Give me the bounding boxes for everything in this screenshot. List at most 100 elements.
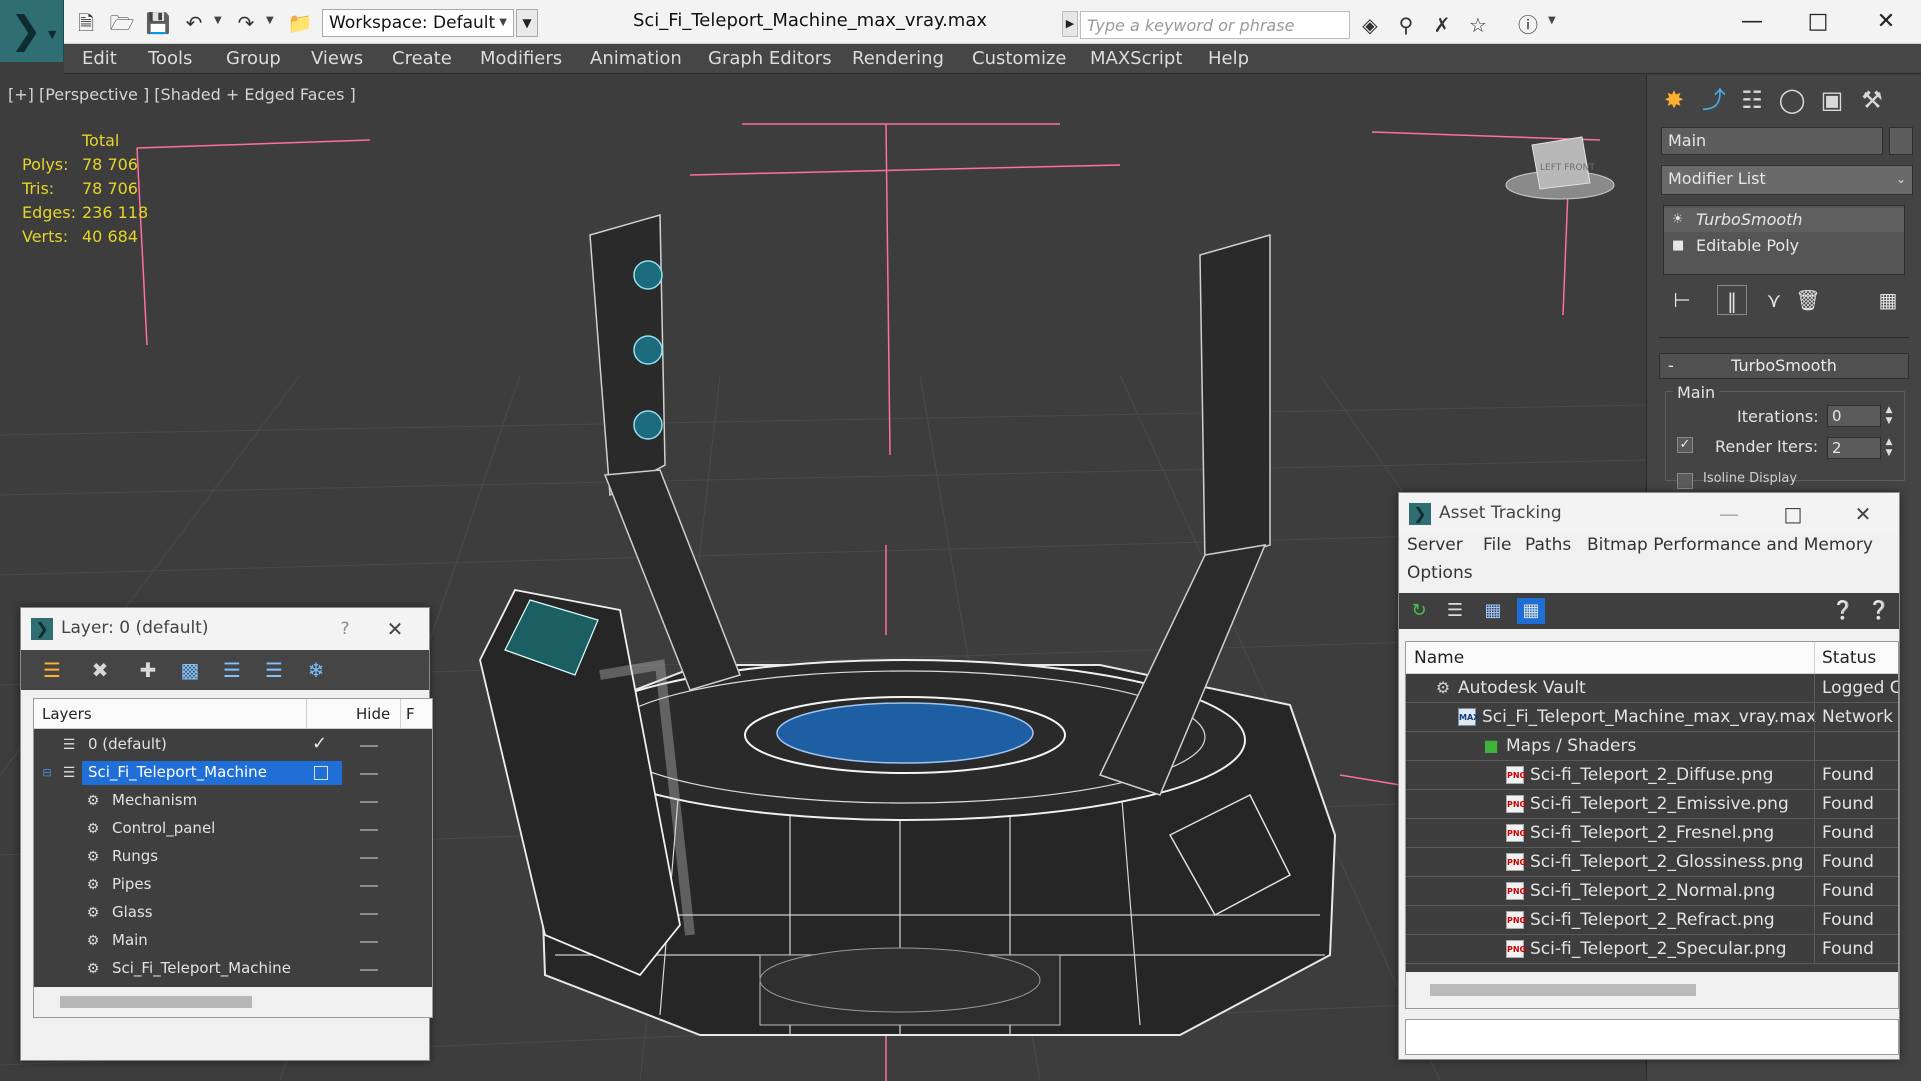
render-iters-spinner[interactable]: 2 — [1827, 437, 1881, 459]
hide-all-layers-icon[interactable]: ☰ — [259, 656, 289, 684]
hierarchy-tab-icon[interactable]: ☷ — [1735, 83, 1769, 117]
help-icon[interactable]: ⓘ — [1514, 12, 1542, 38]
layer-row[interactable]: ⚙ Control_panel — [34, 815, 432, 843]
menu-animation[interactable]: Animation — [590, 48, 682, 69]
scrollbar-thumb[interactable] — [60, 996, 252, 1008]
lightbulb-icon[interactable]: ☀ — [1672, 208, 1684, 232]
list-view-icon[interactable]: ☰ — [1441, 598, 1469, 624]
workspace-menu-button[interactable]: ▼ — [516, 9, 538, 37]
render-iters-spinner-arrows[interactable]: ▲ ▼ — [1883, 437, 1895, 459]
motion-tab-icon[interactable]: ◯ — [1775, 83, 1809, 117]
thumbnail-view-icon[interactable]: ▦ — [1479, 598, 1507, 624]
asset-row[interactable]: MAX Sci_Fi_Teleport_Machine_max_vray.max… — [1406, 703, 1898, 732]
asset-row[interactable]: PNG Sci-fi_Teleport_2_Emissive.png Found — [1406, 790, 1898, 819]
menu-customize[interactable]: Customize — [972, 48, 1066, 69]
menu-maxscript[interactable]: MAXScript — [1090, 48, 1182, 69]
asset-path-field[interactable] — [1405, 1019, 1899, 1055]
minimize-icon[interactable]: — — [1722, 5, 1782, 39]
column-header-name[interactable]: Name — [1414, 648, 1464, 668]
undo-icon[interactable]: ↶ — [180, 10, 208, 36]
show-end-result-icon[interactable]: ‖ — [1717, 285, 1747, 315]
asset-row[interactable]: PNG Sci-fi_Teleport_2_Glossiness.png Fou… — [1406, 848, 1898, 877]
maximize-icon[interactable]: □ — [1788, 5, 1848, 39]
layer-row[interactable]: ⚙ Sci_Fi_Teleport_Machine — [34, 955, 432, 983]
column-header-layers[interactable]: Layers — [42, 705, 92, 723]
asset-menu-bitmap-performance[interactable]: Bitmap Performance and Memory — [1587, 535, 1873, 555]
menu-tools[interactable]: Tools — [148, 48, 192, 69]
asset-menu-file[interactable]: File — [1483, 535, 1511, 555]
search-expand-button[interactable]: ▶ — [1062, 11, 1078, 37]
workspace-select[interactable]: Workspace: Default ▼ — [322, 9, 514, 37]
viewport-label[interactable]: [+] [Perspective ] [Shaded + Edged Faces… — [8, 85, 356, 104]
freeze-all-layers-icon[interactable]: ❄ — [301, 656, 331, 684]
asset-row[interactable]: ■ Maps / Shaders — [1406, 732, 1898, 761]
menu-help[interactable]: Help — [1208, 48, 1249, 69]
menu-edit[interactable]: Edit — [82, 48, 117, 69]
asset-row[interactable]: PNG Sci-fi_Teleport_2_Diffuse.png Found — [1406, 761, 1898, 790]
hide-toggle[interactable] — [360, 857, 378, 859]
iterations-spinner-arrows[interactable]: ▲ ▼ — [1883, 405, 1895, 427]
make-unique-icon[interactable]: ⋎ — [1759, 285, 1789, 315]
help-icon[interactable]: ❔ — [1829, 598, 1857, 624]
layer-window-titlebar[interactable]: ❯ Layer: 0 (default) ? ✕ — [21, 608, 429, 650]
asset-menu-paths[interactable]: Paths — [1525, 535, 1571, 555]
layer-row[interactable]: ⊟ ☰ Sci_Fi_Teleport_Machine — [34, 759, 432, 787]
menu-rendering[interactable]: Rendering — [852, 48, 944, 69]
configure-modifier-sets-icon[interactable]: ▦ — [1873, 285, 1903, 315]
utilities-tab-icon[interactable]: ⚒ — [1855, 83, 1889, 117]
layer-row[interactable]: ⚙ Glass — [34, 899, 432, 927]
star-icon[interactable]: ☆ — [1464, 12, 1492, 38]
layer-row[interactable]: ⚙ Pipes — [34, 871, 432, 899]
expand-icon[interactable]: ■ — [1672, 234, 1684, 258]
help-dropdown-icon[interactable]: ▼ — [1548, 15, 1556, 26]
isoline-display-checkbox[interactable] — [1677, 473, 1693, 489]
app-menu-button[interactable]: ❯ ▼ — [0, 0, 64, 62]
object-color-swatch[interactable] — [1889, 127, 1913, 155]
create-tab-icon[interactable]: ✸ — [1657, 83, 1691, 117]
asset-row[interactable]: PNG Sci-fi_Teleport_2_Fresnel.png Found — [1406, 819, 1898, 848]
search-input[interactable] — [1080, 11, 1350, 39]
current-layer-check-icon[interactable]: ✓ — [312, 733, 327, 754]
add-to-layer-icon[interactable]: ✚ — [133, 656, 163, 684]
menu-create[interactable]: Create — [392, 48, 452, 69]
close-icon[interactable]: ✕ — [1845, 499, 1881, 529]
hide-toggle[interactable] — [360, 913, 378, 915]
asset-row[interactable]: PNG Sci-fi_Teleport_2_Refract.png Found — [1406, 906, 1898, 935]
render-iters-checkbox[interactable]: ✓ — [1677, 437, 1693, 453]
save-icon[interactable]: 💾 — [144, 10, 172, 36]
stack-item-turbosmooth[interactable]: ☀ TurboSmooth — [1664, 208, 1904, 232]
binoculars-icon[interactable]: ◈ — [1356, 12, 1384, 38]
hide-toggle[interactable] — [360, 941, 378, 943]
asset-menu-server[interactable]: Server — [1407, 535, 1463, 555]
iterations-spinner[interactable]: 0 — [1827, 405, 1881, 427]
layer-row[interactable]: ⚙ Main — [34, 927, 432, 955]
asset-window-titlebar[interactable]: ❯ Asset Tracking — □ ✕ — [1399, 493, 1899, 535]
hide-toggle[interactable] — [360, 885, 378, 887]
asset-row[interactable]: ⚙ Autodesk Vault Logged C — [1406, 674, 1898, 703]
horizontal-scrollbar[interactable] — [34, 987, 432, 1017]
context-help-icon[interactable]: ❔ — [1865, 598, 1893, 624]
layer-row[interactable]: ⚙ Rungs — [34, 843, 432, 871]
maximize-icon[interactable]: □ — [1775, 499, 1811, 529]
help-button[interactable]: ? — [327, 614, 363, 644]
project-folder-icon[interactable]: 📁 — [286, 10, 314, 36]
refresh-icon[interactable]: ↻ — [1405, 598, 1433, 624]
new-file-icon[interactable]: 🗎 — [72, 10, 100, 36]
account-icon[interactable]: ✗ — [1428, 12, 1456, 38]
menu-group[interactable]: Group — [226, 48, 281, 69]
asset-row[interactable]: PNG Sci-fi_Teleport_2_Specular.png Found — [1406, 935, 1898, 964]
menu-graph-editors[interactable]: Graph Editors — [708, 48, 832, 69]
column-header-freeze[interactable]: F — [406, 705, 415, 723]
hide-toggle[interactable] — [360, 801, 378, 803]
highlight-layer-icon[interactable]: ☰ — [217, 656, 247, 684]
close-icon[interactable]: ✕ — [377, 614, 413, 644]
select-in-layer-icon[interactable]: ▩ — [175, 656, 205, 684]
modify-tab-icon[interactable]: ⤴ — [1697, 83, 1731, 117]
hide-toggle[interactable] — [360, 773, 378, 775]
new-layer-icon[interactable]: ☰ — [37, 656, 67, 684]
delete-layer-icon[interactable]: ✖ — [85, 656, 115, 684]
set-current-layer-icon[interactable] — [314, 766, 328, 780]
table-view-icon[interactable]: ▦ — [1517, 598, 1545, 624]
redo-dropdown-icon[interactable]: ▼ — [266, 15, 274, 26]
collapse-icon[interactable]: ⊟ — [38, 763, 56, 783]
